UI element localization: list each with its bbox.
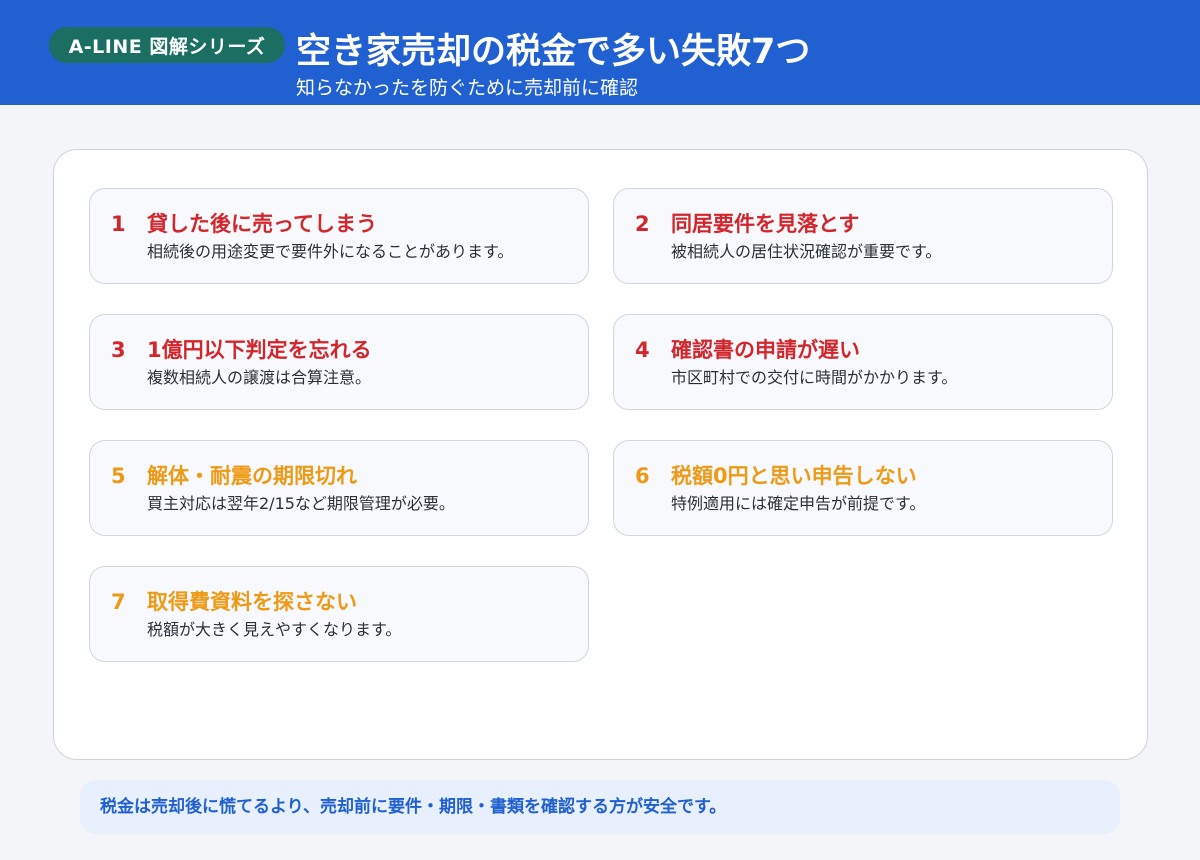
summary-text: 税金は売却後に慌てるより、売却前に要件・期限・書類を確認する方が安全です。: [100, 797, 727, 817]
mistake-card-6: 6 税額0円と思い申告しない 特例適用には確定申告が前提です。: [613, 440, 1113, 536]
item-description: 税額が大きく見えやすくなります。: [147, 620, 402, 639]
item-title: 確認書の申請が遅い: [671, 338, 860, 362]
item-number: 4: [635, 338, 650, 362]
content-panel: 1 貸した後に売ってしまう 相続後の用途変更で要件外になることがあります。 2 …: [53, 149, 1148, 760]
series-badge: A-LINE 図解シリーズ: [49, 27, 285, 63]
item-number: 3: [111, 338, 126, 362]
summary-note: 税金は売却後に慌てるより、売却前に要件・期限・書類を確認する方が安全です。: [80, 780, 1120, 834]
page-subtitle: 知らなかったを防ぐために売却前に確認: [296, 77, 639, 99]
mistake-card-1: 1 貸した後に売ってしまう 相続後の用途変更で要件外になることがあります。: [89, 188, 589, 284]
mistake-card-7: 7 取得費資料を探さない 税額が大きく見えやすくなります。: [89, 566, 589, 662]
item-title: 税額0円と思い申告しない: [671, 464, 917, 488]
item-number: 6: [635, 464, 650, 488]
item-description: 買主対応は翌年2/15など期限管理が必要。: [147, 494, 455, 513]
mistake-card-3: 3 1億円以下判定を忘れる 複数相続人の譲渡は合算注意。: [89, 314, 589, 410]
item-title: 解体・耐震の期限切れ: [147, 464, 357, 488]
item-number: 7: [111, 590, 126, 614]
item-description: 相続後の用途変更で要件外になることがあります。: [147, 242, 514, 261]
mistake-card-2: 2 同居要件を見落とす 被相続人の居住状況確認が重要です。: [613, 188, 1113, 284]
item-title: 1億円以下判定を忘れる: [147, 338, 372, 362]
header-bar: A-LINE 図解シリーズ 空き家売却の税金で多い失敗7つ 知らなかったを防ぐた…: [0, 0, 1200, 105]
item-title: 同居要件を見落とす: [671, 212, 860, 236]
item-description: 複数相続人の譲渡は合算注意。: [147, 368, 372, 387]
item-description: 被相続人の居住状況確認が重要です。: [671, 242, 942, 261]
item-title: 貸した後に売ってしまう: [147, 212, 377, 236]
item-number: 2: [635, 212, 650, 236]
item-title: 取得費資料を探さない: [147, 590, 357, 614]
mistake-card-4: 4 確認書の申請が遅い 市区町村での交付に時間がかかります。: [613, 314, 1113, 410]
page-title: 空き家売却の税金で多い失敗7つ: [296, 32, 811, 72]
mistake-card-5: 5 解体・耐震の期限切れ 買主対応は翌年2/15など期限管理が必要。: [89, 440, 589, 536]
item-description: 市区町村での交付に時間がかかります。: [671, 368, 958, 387]
item-number: 1: [111, 212, 126, 236]
item-description: 特例適用には確定申告が前提です。: [671, 494, 926, 513]
item-number: 5: [111, 464, 126, 488]
